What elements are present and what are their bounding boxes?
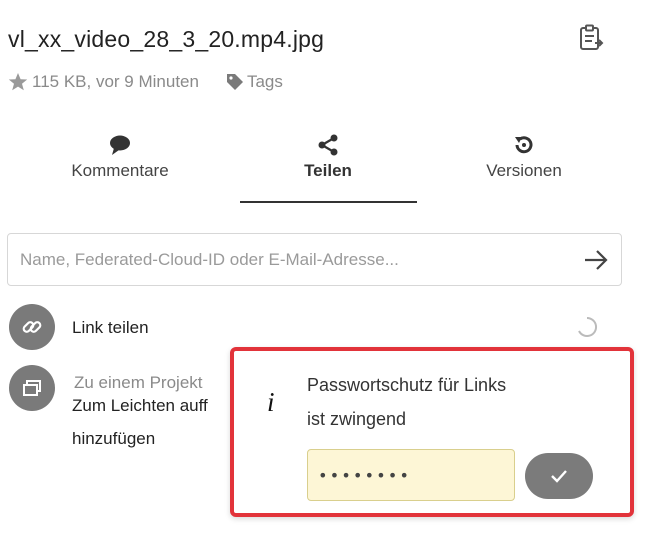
- star-icon[interactable]: [8, 72, 28, 92]
- tab-comments-label: Kommentare: [71, 161, 169, 180]
- link-icon: [22, 321, 42, 333]
- file-name-title: vl_xx_video_28_3_20.mp4.jpg: [8, 26, 325, 52]
- tag-icon[interactable]: [225, 72, 245, 92]
- active-tab-underline: [240, 201, 417, 203]
- tab-comments[interactable]: Kommentare: [30, 133, 210, 181]
- file-meta: 115 KB, vor 9 Minuten Tags: [8, 72, 283, 92]
- project-line-2: hinzufügen: [72, 429, 156, 448]
- share-search-box: [7, 233, 622, 286]
- history-icon: [515, 136, 533, 154]
- password-input[interactable]: [307, 449, 515, 501]
- link-share-label: Link teilen: [72, 318, 149, 337]
- share-icon: [318, 134, 338, 156]
- loading-spinner-icon: [578, 316, 598, 337]
- share-search-input[interactable]: [18, 244, 562, 276]
- popup-message-line-1: Passwortschutz für Links: [307, 375, 507, 395]
- tags-link[interactable]: Tags: [247, 72, 283, 92]
- tab-share-label: Teilen: [304, 161, 352, 180]
- popup-message-line-2: ist zwingend: [307, 409, 407, 429]
- arrow-right-icon[interactable]: [583, 247, 609, 273]
- link-share-avatar[interactable]: [9, 304, 55, 350]
- tab-share[interactable]: Teilen: [238, 133, 418, 181]
- confirm-password-button[interactable]: [525, 453, 593, 499]
- info-icon: i: [267, 387, 275, 417]
- tab-versions[interactable]: Versionen: [434, 133, 614, 181]
- password-required-popup: i Passwortschutz für Links ist zwingend: [230, 347, 634, 517]
- project-hint: Zu einem Projekt: [74, 373, 203, 392]
- file-size-time: 115 KB, vor 9 Minuten: [32, 72, 199, 91]
- project-icon: [23, 380, 41, 396]
- clipboard-icon[interactable]: [578, 24, 604, 52]
- checkmark-icon: [551, 470, 567, 483]
- project-line-1: Zum Leichten auff: [72, 396, 208, 415]
- tab-versions-label: Versionen: [486, 161, 562, 180]
- project-avatar[interactable]: [9, 365, 55, 411]
- comment-icon: [110, 135, 130, 155]
